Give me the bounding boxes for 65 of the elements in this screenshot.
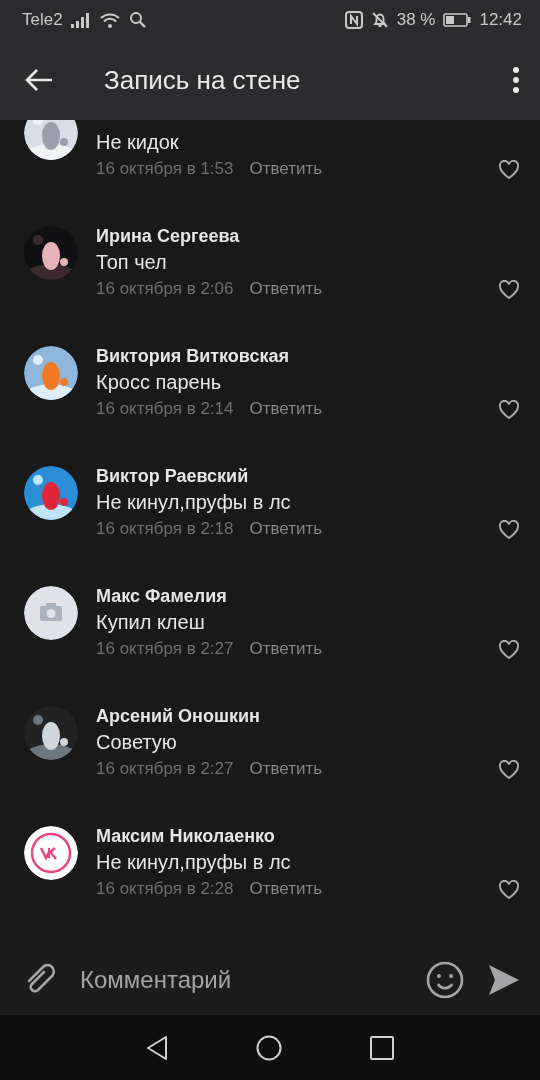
comment-text: Советую [96,730,178,755]
comment-date: 16 октября в 2:27 [96,758,234,780]
battery-percent: 38 % [396,9,436,32]
reply-link[interactable]: Ответить [249,876,323,902]
screen-title: Запись на стене [104,63,301,97]
like-button[interactable] [498,397,520,421]
like-button[interactable] [498,277,520,301]
author-name[interactable]: Макс Фамелия [96,584,520,608]
reply-link[interactable]: Ответить [249,516,323,542]
author-name[interactable]: Виктор Раевский [96,464,520,488]
reply-link[interactable]: Ответить [249,756,323,782]
camera-placeholder-icon [24,586,78,640]
comment-date: 16 октября в 2:27 [96,638,234,660]
comment-date: 16 октября в 2:18 [96,518,234,540]
nfc-icon [344,11,363,29]
author-name[interactable]: Виктория Витковская [96,344,520,368]
like-button[interactable] [498,877,520,901]
back-arrow-icon [24,68,54,93]
clock-time: 12:42 [479,9,522,32]
carrier-name: Tele2 [22,9,63,32]
more-button[interactable] [512,67,520,93]
heart-icon [498,279,520,300]
send-button[interactable] [488,964,520,996]
comment-text: Не кинул,пруфы в лс [96,850,292,875]
more-icon [512,67,520,93]
recents-nav-icon[interactable] [370,1035,394,1060]
heart-icon [498,519,520,540]
heart-icon [498,399,520,420]
reply-link[interactable]: Ответить [249,276,323,302]
comment-text: Не кинул,пруфы в лс [96,490,292,515]
like-button[interactable] [498,517,520,541]
wifi-icon [98,12,121,28]
reply-link[interactable]: Ответить [249,636,323,662]
reply-link[interactable]: Ответить [249,396,323,422]
like-button[interactable] [498,157,520,181]
back-nav-icon[interactable] [146,1034,168,1061]
heart-icon [498,759,520,780]
comment-date: 16 октября в 2:28 [96,878,234,900]
comment-text: Не кидок [96,130,180,155]
smiley-icon [426,961,464,999]
heart-icon [498,639,520,660]
search-icon [128,11,147,29]
home-nav-icon[interactable] [256,1034,282,1061]
signal-icon [70,12,91,28]
bell-off-icon [370,11,389,29]
author-name[interactable]: Максим Николаенко [96,824,520,848]
author-name[interactable]: Арсений Оношкин [96,704,520,728]
heart-icon [498,159,520,180]
comment-text: Кросс парень [96,370,223,395]
like-button[interactable] [498,757,520,781]
comment-input[interactable]: Комментарий [78,961,378,999]
emoji-button[interactable] [426,961,464,999]
vk-logo-icon [24,826,78,880]
author-name[interactable]: Ирина Сергеева [96,224,520,248]
battery-icon [443,12,472,28]
comment-date: 16 октября в 2:14 [96,398,234,420]
comment-text: Купил клеш [96,610,206,635]
comment-date: 16 октября в 1:53 [96,158,234,180]
like-button[interactable] [498,637,520,661]
back-button[interactable] [24,67,54,93]
comment-text: Топ чел [96,250,168,275]
reply-link[interactable]: Ответить [249,156,323,182]
comment-date: 16 октября в 2:06 [96,278,234,300]
send-icon [488,964,520,996]
heart-icon [498,879,520,900]
